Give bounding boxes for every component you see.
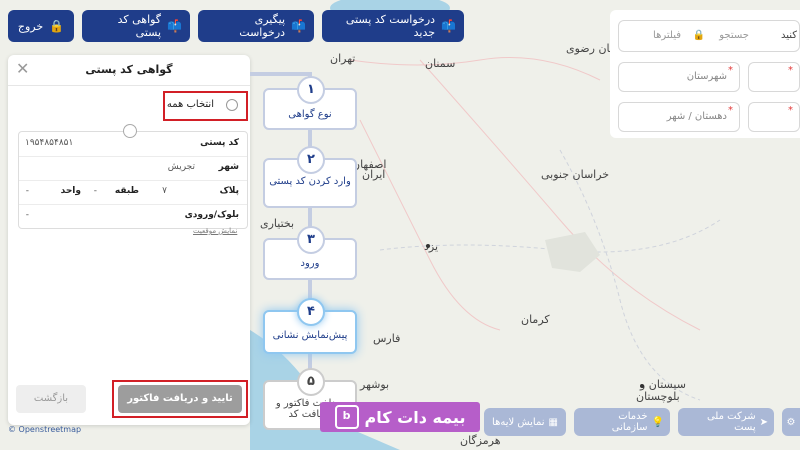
filters-label: فیلترها — [653, 30, 681, 41]
unit-label: واحد — [60, 186, 81, 196]
map-label: بختیاری — [260, 217, 295, 230]
back-button[interactable]: بازگشت — [16, 385, 86, 413]
select-all-label: انتخاب همه — [166, 99, 214, 110]
postal-certificate-label: گواهی کد پستی — [117, 13, 162, 39]
required-mark: * — [728, 65, 733, 76]
county-select[interactable]: * شهرستان — [618, 62, 740, 92]
mailbox-icon: 📫 — [441, 19, 456, 33]
show-location-link[interactable]: نمایش موقعیت — [193, 227, 237, 235]
postal-code-value: ۱۹۵۴۸۵۴۸۵۱ — [25, 138, 74, 148]
plaque-row: پلاک ۷ طبقه - واحد - — [19, 180, 247, 205]
org-services-button[interactable]: 💡 خدمات سازمانی — [574, 408, 670, 436]
city-row: شهر تجریش — [19, 156, 247, 181]
postal-code-row: کد پستی ۱۹۵۴۸۵۴۸۵۱ — [19, 132, 247, 157]
show-layers-button[interactable]: ▦ نمایش لایه‌ها — [484, 408, 566, 436]
city-label: شهر — [218, 162, 239, 172]
step-label: نوع گواهی — [288, 109, 332, 120]
exit-button[interactable]: 🔒 خروج — [8, 10, 74, 42]
org-services-label: خدمات سازمانی — [611, 411, 648, 433]
district-select[interactable]: * دهستان / شهر — [618, 102, 740, 132]
step-certificate-type[interactable]: ۱ نوع گواهی — [263, 76, 357, 130]
city-dot — [640, 384, 644, 388]
step-number: ۲ — [297, 146, 325, 174]
city-value: تجریش — [167, 162, 195, 172]
map-label: ایران — [362, 168, 386, 181]
map-label: تهران — [330, 52, 356, 65]
divider — [8, 85, 250, 86]
map-label: سمنان — [425, 57, 456, 70]
step-login[interactable]: ۳ ورود — [263, 226, 357, 280]
new-postal-request-label: درخواست کد پستی جدید — [345, 13, 436, 39]
settings-button[interactable]: ⚙ — [782, 408, 800, 436]
step-enter-postal-code[interactable]: ۲ وارد کردن کد پستی — [263, 146, 357, 208]
close-icon[interactable]: ✕ — [16, 59, 29, 78]
step-number: ۱ — [297, 76, 325, 104]
step-number: ۳ — [297, 226, 325, 254]
confirm-highlight: تایید و دریافت فاکتور — [112, 380, 248, 418]
county-label: شهرستان — [686, 71, 727, 82]
map-attribution[interactable]: © Openstreetmap — [8, 425, 81, 434]
new-postal-request-button[interactable]: 📫 درخواست کد پستی جدید — [322, 10, 464, 42]
bulb-icon: 💡 — [651, 416, 664, 428]
block-value: - — [25, 210, 29, 220]
panel-title: گواهی کد پستی — [85, 63, 173, 76]
plaque-value: ۷ — [162, 186, 167, 196]
select-all-radio[interactable] — [226, 99, 238, 111]
post-company-label: شرکت ملی پست — [706, 411, 756, 433]
confirm-invoice-button[interactable]: تایید و دریافت فاکتور — [118, 385, 242, 413]
city-dot — [426, 244, 430, 248]
postal-certificate-button[interactable]: 📫 گواهی کد پستی — [82, 10, 190, 42]
required-mark: * — [728, 105, 733, 116]
floor-value: - — [93, 186, 97, 196]
watermark-text: بیمه دات کام — [364, 407, 466, 427]
step-label: پیش‌نمایش نشانی — [272, 330, 348, 341]
unit-value: - — [25, 186, 29, 196]
post-company-button[interactable]: ➤ شرکت ملی پست — [678, 408, 774, 436]
search-input[interactable]: کنید جستجو 🔒 فیلترها — [618, 20, 800, 52]
map-label: فارس — [373, 332, 401, 345]
step-number: ۵ — [297, 368, 325, 396]
filters-panel: کنید جستجو 🔒 فیلترها * شهرستان * * دهستا… — [610, 10, 800, 138]
required-mark: * — [788, 65, 793, 76]
map-label: بلوچستان — [636, 390, 680, 403]
steps-connector — [250, 72, 310, 76]
map-label: بوشهر — [360, 378, 390, 391]
district-label: دهستان / شهر — [666, 111, 727, 122]
search-label: جستجو — [719, 30, 749, 41]
send-icon: ➤ — [759, 416, 768, 428]
mailbox-icon: 📫 — [167, 19, 182, 33]
floor-label: طبقه — [114, 186, 139, 196]
address-card: کد پستی ۱۹۵۴۸۵۴۸۵۱ شهر تجریش پلاک ۷ طبقه… — [18, 124, 248, 229]
province-select[interactable]: * — [748, 62, 800, 92]
mailbox-icon: 📫 — [291, 19, 306, 33]
step-number: ۴ — [297, 298, 325, 326]
layers-icon: ▦ — [548, 416, 558, 428]
postal-certificate-panel: گواهی کد پستی ✕ انتخاب همه کد پستی ۱۹۵۴۸… — [8, 55, 250, 425]
lock-icon: 🔒 — [49, 19, 65, 33]
required-mark: * — [788, 105, 793, 116]
logo-icon: b — [334, 405, 359, 429]
block-row: بلوک/ورودی - — [19, 204, 247, 228]
step-label: وارد کردن کد پستی — [269, 176, 351, 187]
track-request-button[interactable]: 📫 پیگیری درخواست — [198, 10, 314, 42]
exit-label: خروج — [17, 19, 44, 33]
postal-code-label: کد پستی — [200, 138, 239, 148]
track-request-label: پیگیری درخواست — [239, 13, 286, 39]
map-label: خراسان جنوبی — [541, 168, 610, 181]
plaque-label: پلاک — [219, 186, 239, 196]
show-layers-label: نمایش لایه‌ها — [492, 416, 545, 428]
watermark-logo: بیمه دات کام b — [320, 402, 480, 432]
section-select[interactable]: * — [748, 102, 800, 132]
step-label: ورود — [300, 258, 320, 269]
lock-icon: 🔒 — [692, 30, 705, 41]
step-address-preview[interactable]: ۴ پیش‌نمایش نشانی — [263, 298, 357, 354]
gear-icon: ⚙ — [786, 416, 796, 428]
search-hint: کنید — [780, 30, 797, 41]
select-all-option[interactable]: انتخاب همه — [163, 91, 248, 121]
block-label: بلوک/ورودی — [184, 210, 239, 220]
map-label: کرمان — [521, 313, 550, 326]
